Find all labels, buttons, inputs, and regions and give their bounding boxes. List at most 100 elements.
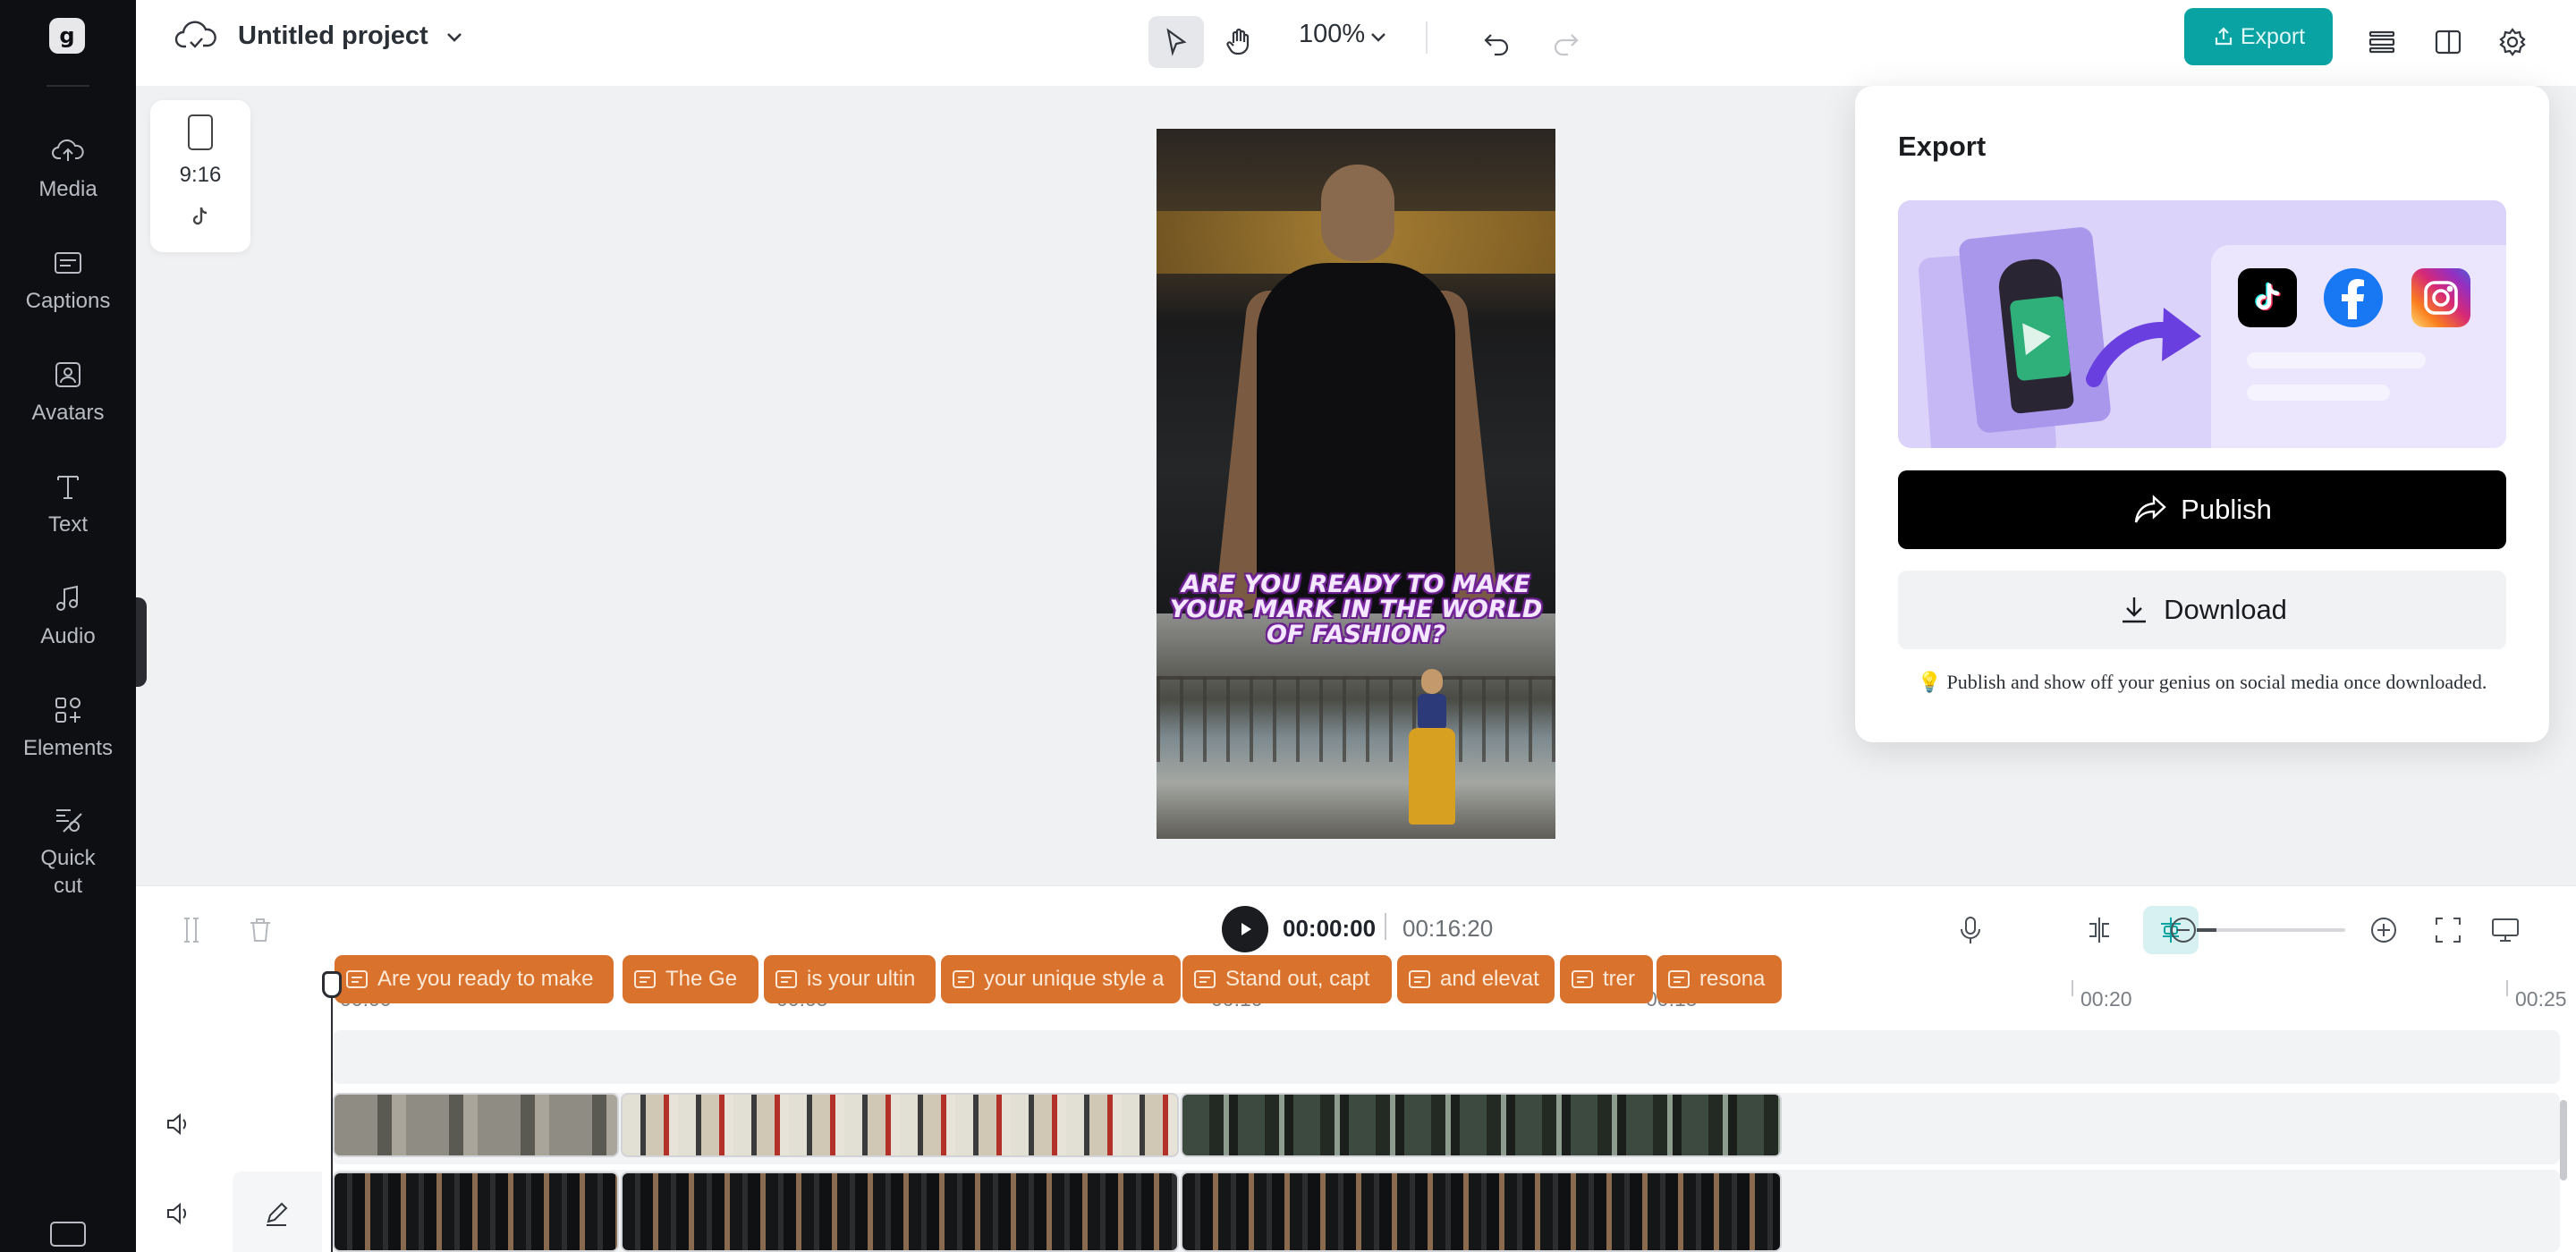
phone-frame-icon <box>188 114 213 150</box>
woman-figure <box>1409 669 1455 826</box>
download-icon <box>2123 597 2147 623</box>
tiktok-icon <box>2238 268 2297 327</box>
caption-icon <box>346 970 368 988</box>
total-duration: 00:16:20 <box>1402 915 1494 942</box>
track-edit-button[interactable] <box>261 1198 292 1229</box>
video-clip-thumbnail[interactable] <box>621 1093 1179 1157</box>
video-caption-overlay[interactable]: ARE YOU READY TO MAKE YOUR MARK IN THE W… <box>1157 572 1555 647</box>
avatar-icon <box>55 362 80 387</box>
facebook-icon <box>2324 268 2383 327</box>
download-button[interactable]: Download <box>1898 571 2506 649</box>
video-clip-thumbnail[interactable] <box>1181 1093 1782 1157</box>
zoom-in-button[interactable] <box>2367 913 2401 947</box>
caption-icon <box>1409 970 1430 988</box>
trash-icon <box>250 918 270 942</box>
rail-item-quick-cut[interactable]: Quick cut <box>0 803 136 900</box>
cloud-sync-icon[interactable] <box>174 18 218 55</box>
track-audio-toggle[interactable] <box>163 1109 193 1139</box>
split-screen-button[interactable] <box>2082 913 2116 947</box>
timeline-zoom-slider[interactable] <box>2197 928 2345 932</box>
speaker-icon <box>167 1202 187 1225</box>
rail-item-captions[interactable]: Captions <box>0 246 136 315</box>
rail-item-elements[interactable]: Elements <box>0 693 136 762</box>
chevron-down-icon[interactable] <box>1367 25 1390 48</box>
chevron-down-icon[interactable] <box>442 25 467 50</box>
video-clip-thumbnail[interactable] <box>621 1172 1179 1252</box>
toolbar-divider <box>1426 21 1428 54</box>
hand-tool-button[interactable] <box>1211 16 1267 68</box>
sidebar-layout-icon <box>2435 30 2462 55</box>
hand-icon <box>1226 28 1250 55</box>
playhead-handle[interactable] <box>322 971 342 998</box>
caption-clip[interactable]: Are you ready to make <box>335 955 614 1003</box>
timeline-scrollbar[interactable] <box>2560 1100 2567 1180</box>
rail-item-media[interactable]: Media <box>0 134 136 203</box>
layers-button[interactable] <box>2354 16 2410 68</box>
caption-clip[interactable]: your unique style a <box>941 955 1181 1003</box>
caption-clip[interactable]: is your ultin <box>764 955 936 1003</box>
arrow-right-icon <box>2086 308 2201 387</box>
app-logo[interactable]: g <box>49 18 85 54</box>
rail-item-audio[interactable]: Audio <box>0 581 136 650</box>
caption-clip[interactable]: trer <box>1560 955 1653 1003</box>
cloud-upload-icon <box>52 139 84 161</box>
video-clip-thumbnail[interactable] <box>333 1172 619 1252</box>
caption-clip[interactable]: Stand out, capt <box>1182 955 1392 1003</box>
caption-icon <box>953 970 974 988</box>
caption-clip[interactable]: and elevat <box>1397 955 1555 1003</box>
video-preview[interactable] <box>1157 129 1555 839</box>
split-button[interactable] <box>174 913 208 947</box>
ruler-label: 00:20 <box>2080 987 2132 1011</box>
rail-item-text[interactable]: Text <box>0 470 136 538</box>
video-clip-thumbnail[interactable] <box>1181 1172 1782 1252</box>
music-note-icon <box>56 585 78 611</box>
redo-button[interactable] <box>1538 16 1594 68</box>
fullscreen-icon <box>2436 918 2461 943</box>
monitor-icon <box>2492 918 2519 942</box>
minus-circle-icon <box>2171 918 2196 943</box>
fit-timeline-button[interactable] <box>2431 913 2465 947</box>
preview-mode-button[interactable] <box>2488 913 2522 947</box>
aspect-ratio-label: 9:16 <box>179 163 222 187</box>
export-illustration <box>1898 200 2506 448</box>
quick-cut-icon <box>56 809 82 833</box>
panel-collapse-handle[interactable] <box>136 597 147 687</box>
panel-toggle-button[interactable] <box>2420 16 2476 68</box>
playhead[interactable] <box>331 987 333 1252</box>
rail-item-avatars[interactable]: Avatars <box>0 358 136 427</box>
zoom-out-button[interactable] <box>2166 913 2200 947</box>
pencil-icon <box>267 1202 288 1226</box>
play-button[interactable] <box>1222 906 1268 952</box>
split-icon <box>184 918 199 943</box>
tiktok-icon[interactable] <box>188 204 213 229</box>
caption-icon <box>1668 970 1690 988</box>
export-button[interactable]: Export <box>2184 8 2333 65</box>
caption-track[interactable] <box>333 1030 2560 1084</box>
select-tool-button[interactable] <box>1148 16 1204 68</box>
undo-button[interactable] <box>1469 16 1524 68</box>
caption-icon <box>1194 970 1216 988</box>
caption-clip[interactable]: The Ge <box>623 955 758 1003</box>
keyboard-shortcuts-icon[interactable] <box>50 1222 86 1247</box>
export-popover-title: Export <box>1898 131 1987 162</box>
publish-button[interactable]: Publish <box>1898 470 2506 549</box>
current-time: 00:00:00 <box>1283 915 1377 942</box>
project-title[interactable]: Untitled project <box>238 21 428 51</box>
track-audio-toggle[interactable] <box>163 1198 193 1229</box>
instagram-icon <box>2411 268 2470 327</box>
play-icon <box>2022 320 2053 356</box>
elements-grid-icon <box>55 698 80 723</box>
caption-icon <box>634 970 656 988</box>
zoom-level-dropdown[interactable]: 100% <box>1299 20 1365 49</box>
caption-icon <box>775 970 797 988</box>
settings-button[interactable] <box>2485 16 2540 68</box>
video-clip-thumbnail[interactable] <box>333 1093 619 1157</box>
delete-button[interactable] <box>243 913 277 947</box>
export-icon <box>2215 27 2232 46</box>
aspect-ratio-panel[interactable]: 9:16 <box>150 100 250 252</box>
rail-divider <box>47 85 89 87</box>
layers-icon <box>2368 30 2395 54</box>
record-voice-button[interactable] <box>1953 913 1987 947</box>
caption-clip[interactable]: resona <box>1657 955 1782 1003</box>
ruler-label: 00:25 <box>2515 987 2567 1011</box>
